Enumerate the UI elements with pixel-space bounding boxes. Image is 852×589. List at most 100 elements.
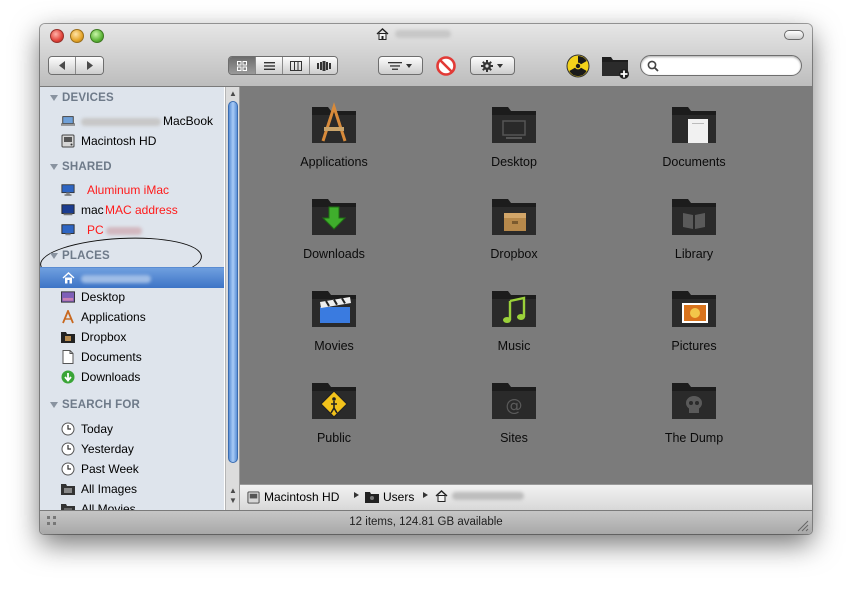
coverflow-view-icon xyxy=(316,60,331,71)
path-item-label: Macintosh HD xyxy=(264,490,340,504)
folder-downloads[interactable]: Downloads xyxy=(269,185,399,277)
coverflow-view-button[interactable] xyxy=(310,57,337,74)
column-view-icon xyxy=(290,60,302,71)
folder-label: Music xyxy=(497,339,531,353)
no-entry-icon xyxy=(436,55,456,76)
pictures-folder-icon xyxy=(672,291,716,327)
folder-documents[interactable]: Documents xyxy=(629,93,759,185)
close-window-button[interactable] xyxy=(50,29,64,43)
status-text: 12 items, 124.81 GB available xyxy=(349,516,503,528)
back-forward-buttons xyxy=(48,56,104,75)
sidebar-item-aluminum-imac[interactable]: Aluminum iMac xyxy=(40,180,224,200)
new-folder-button[interactable] xyxy=(600,52,632,80)
home-icon xyxy=(435,490,448,502)
document-icon xyxy=(61,350,75,364)
scroll-up-arrow-icon[interactable]: ▲ xyxy=(229,487,237,495)
folder-public[interactable]: Public xyxy=(269,369,399,461)
disclosure-triangle-icon xyxy=(50,402,58,408)
folder-label: Public xyxy=(316,431,352,445)
home-icon xyxy=(61,271,75,285)
finder-window: DEVICES MacBook Macintosh HD SHARED Alum… xyxy=(40,24,812,534)
search-icon xyxy=(647,60,659,72)
toolbar-toggle-button[interactable] xyxy=(784,30,804,40)
sidebar-item-home[interactable] xyxy=(40,267,224,288)
pc-monitor-icon xyxy=(61,223,75,237)
sidebar-item-desktop[interactable]: Desktop xyxy=(40,287,224,307)
sidebar-scroll-thumb[interactable] xyxy=(228,101,238,463)
folder-movies[interactable]: Movies xyxy=(269,277,399,369)
desktop-icon xyxy=(61,290,75,304)
sidebar-item-all-images[interactable]: All Images xyxy=(40,479,224,499)
action-menu-button[interactable] xyxy=(470,56,515,75)
forward-button[interactable] xyxy=(76,57,103,74)
sidebar-item-label: Today xyxy=(81,422,114,436)
applications-folder-icon xyxy=(312,102,356,143)
sidebar-item-macintosh-hd[interactable]: Macintosh HD xyxy=(40,131,224,151)
sidebar-item-label: All Images xyxy=(81,482,138,496)
sidebar-item-past-week[interactable]: Past Week xyxy=(40,459,224,479)
folder-the-dump[interactable]: The Dump xyxy=(629,369,759,461)
users-folder-icon xyxy=(365,492,379,503)
scroll-up-arrow-icon[interactable]: ▲ xyxy=(229,90,237,98)
downloads-folder-icon xyxy=(312,199,356,235)
sidebar-scrollbar[interactable]: ▲ ▲ ▼ xyxy=(225,87,240,510)
section-header-shared[interactable]: SHARED xyxy=(50,161,112,173)
disclosure-triangle-icon xyxy=(50,164,58,170)
section-header-devices[interactable]: DEVICES xyxy=(50,92,114,104)
zoom-window-button[interactable] xyxy=(90,29,104,43)
sidebar-item-dropbox[interactable]: Dropbox xyxy=(40,327,224,347)
window-resize-grip-icon[interactable] xyxy=(795,518,809,532)
sidebar-item-applications[interactable]: Applications xyxy=(40,307,224,327)
forward-arrow-icon xyxy=(86,61,93,70)
folder-music[interactable]: Music xyxy=(449,277,579,369)
list-view-button[interactable] xyxy=(256,57,283,74)
folder-sites[interactable]: @ Sites xyxy=(449,369,579,461)
search-field[interactable] xyxy=(640,55,802,76)
folder-label: Applications xyxy=(300,155,368,169)
sidebar-item-yesterday[interactable]: Yesterday xyxy=(40,439,224,459)
svg-text:@: @ xyxy=(506,396,523,416)
scroll-down-arrow-icon[interactable]: ▼ xyxy=(229,497,237,505)
section-header-places[interactable]: PLACES xyxy=(50,250,110,262)
hard-drive-icon xyxy=(61,134,75,148)
column-view-button[interactable] xyxy=(283,57,310,74)
section-header-search-for[interactable]: SEARCH FOR xyxy=(50,399,140,411)
folder-desktop[interactable]: Desktop xyxy=(449,93,579,185)
path-item-macintosh-hd[interactable]: Macintosh HD xyxy=(247,490,339,504)
minimize-window-button[interactable] xyxy=(70,29,84,43)
folder-applications[interactable]: Applications xyxy=(269,93,399,185)
arrange-button[interactable] xyxy=(378,56,423,75)
icon-view-button[interactable] xyxy=(229,57,256,74)
display-icon xyxy=(61,203,75,217)
path-item-home[interactable] xyxy=(435,490,524,502)
folder-pictures[interactable]: Pictures xyxy=(629,277,759,369)
movies-folder-icon xyxy=(312,291,356,327)
redacted-device-owner xyxy=(81,118,161,126)
sidebar-item-all-movies[interactable]: All Movies xyxy=(40,499,224,510)
path-item-users[interactable]: Users xyxy=(365,490,414,504)
folder-label: The Dump xyxy=(664,431,724,445)
back-button[interactable] xyxy=(49,57,76,74)
public-folder-icon xyxy=(312,383,356,419)
sidebar-item-documents[interactable]: Documents xyxy=(40,347,224,367)
sidebar-item-label: Applications xyxy=(81,310,146,324)
stop-button[interactable] xyxy=(434,55,458,76)
sidebar-item-label: Aluminum iMac xyxy=(87,183,170,197)
sidebar-item-mac-address[interactable]: mac MAC address xyxy=(40,200,224,220)
folder-dropbox[interactable]: Dropbox xyxy=(449,185,579,277)
sidebar-item-macbook[interactable]: MacBook xyxy=(40,111,224,131)
sidebar-item-today[interactable]: Today xyxy=(40,419,224,439)
burn-button[interactable] xyxy=(565,53,591,79)
folder-library[interactable]: Library xyxy=(629,185,759,277)
redacted-pc-name xyxy=(106,227,142,235)
path-item-label: Users xyxy=(383,490,415,504)
file-icon-grid: Applications Desktop Documents Downloads xyxy=(240,87,812,484)
folder-label: Movies xyxy=(314,339,354,353)
sidebar-item-downloads[interactable]: Downloads xyxy=(40,367,224,387)
toolbar xyxy=(40,24,812,87)
sidebar-item-label: Macintosh HD xyxy=(81,134,157,148)
library-folder-icon xyxy=(672,199,716,235)
window-title xyxy=(376,26,451,42)
sidebar-item-label: Past Week xyxy=(81,462,139,476)
sidebar-item-label: MacBook xyxy=(163,114,214,128)
